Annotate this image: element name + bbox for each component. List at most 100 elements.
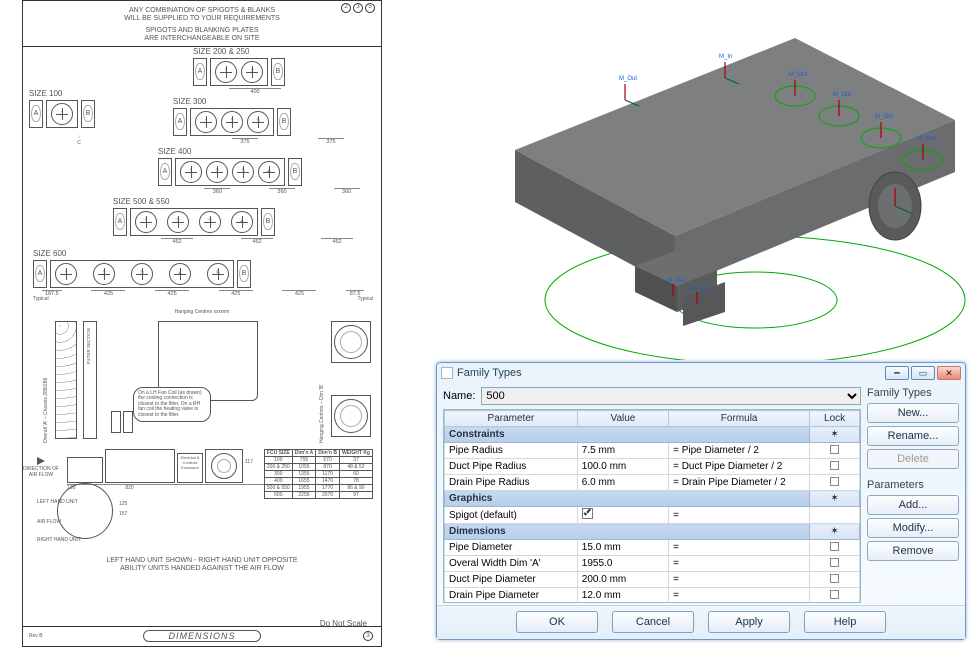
- parameter-grid[interactable]: Parameter Value Formula Lock Constraints…: [443, 409, 861, 603]
- cell: 300: [264, 470, 292, 477]
- param-row[interactable]: Spigot (default) =: [445, 507, 860, 524]
- help-button[interactable]: Help: [804, 611, 886, 633]
- param-row[interactable]: Pipe Radius 7.5 mm = Pipe Diameter / 2: [445, 443, 860, 459]
- window-maximize-button[interactable]: ▭: [911, 366, 935, 380]
- model-3d-viewport[interactable]: M_Out M_In M_Out M_Out M_Out M_Out M_Out…: [425, 0, 980, 360]
- name-label: Name:: [443, 390, 475, 402]
- param-row[interactable]: Duct Pipe Radius 100.0 mm = Duct Pipe Di…: [445, 459, 860, 475]
- dim-117: 117: [245, 459, 253, 465]
- pageball-2: 2: [341, 3, 351, 13]
- col-value[interactable]: Value: [577, 411, 668, 427]
- param-row[interactable]: Drain Pipe Radius 6.0 mm = Drain Pipe Di…: [445, 475, 860, 491]
- endcap-a: A: [33, 260, 47, 288]
- param-lock[interactable]: [810, 459, 860, 475]
- cell: 600: [264, 491, 292, 498]
- param-formula[interactable]: =: [669, 540, 810, 556]
- cell: 1955: [292, 484, 316, 491]
- param-lock[interactable]: [810, 556, 860, 572]
- endcap-b: B: [288, 158, 302, 186]
- col-formula[interactable]: Formula: [669, 411, 810, 427]
- param-value[interactable]: 200.0 mm: [577, 572, 668, 588]
- param-formula[interactable]: = Duct Pipe Diameter / 2: [669, 459, 810, 475]
- engineering-drawing-panel: ANY COMBINATION OF SPIGOTS & BLANKS WILL…: [22, 0, 382, 647]
- param-lock[interactable]: [810, 572, 860, 588]
- pageball-5: 5: [365, 3, 375, 13]
- connector-tag: M_Out: [667, 278, 685, 284]
- param-name[interactable]: Drain Pipe Diameter: [445, 588, 578, 604]
- param-value-checkbox[interactable]: [577, 507, 668, 524]
- ok-button[interactable]: OK: [516, 611, 598, 633]
- param-row[interactable]: Pipe Diameter 15.0 mm =: [445, 540, 860, 556]
- connector-tag: M_Out: [875, 114, 893, 120]
- dim: 462: [161, 238, 193, 245]
- param-name[interactable]: Duct Pipe Diameter: [445, 572, 578, 588]
- callout-bubble: On a LH Fan Coil (as drawn) the cooling …: [133, 387, 211, 423]
- param-formula[interactable]: =: [669, 588, 810, 604]
- dotted-panel: [55, 321, 77, 439]
- plan-view-section: Overall 'A' – Chassis 289/289 FILTER SEC…: [23, 317, 381, 447]
- category-row-constraints[interactable]: Constraints ✶: [445, 427, 860, 443]
- apply-button[interactable]: Apply: [708, 611, 790, 633]
- param-lock[interactable]: [810, 443, 860, 459]
- page-number-balls: 2 3 5: [341, 3, 375, 13]
- param-value[interactable]: 6.0 mm: [577, 475, 668, 491]
- col-lock[interactable]: Lock: [810, 411, 860, 427]
- footer-notes: LEFT HAND UNIT SHOWN - RIGHT HAND UNIT O…: [23, 557, 381, 574]
- category-collapse-button[interactable]: ✶: [810, 524, 860, 540]
- dialog-title-text: Family Types: [457, 367, 522, 379]
- param-name[interactable]: Overal Width Dim 'A': [445, 556, 578, 572]
- param-formula[interactable]: =: [669, 556, 810, 572]
- col-parameter[interactable]: Parameter: [445, 411, 578, 427]
- delete-type-button[interactable]: Delete: [867, 449, 959, 469]
- param-value[interactable]: 12.0 mm: [577, 588, 668, 604]
- window-minimize-button[interactable]: ━: [885, 366, 909, 380]
- electrics-box-label: Electrics & Controls Enclosure: [177, 453, 203, 483]
- add-parameter-button[interactable]: Add...: [867, 495, 959, 515]
- param-value[interactable]: 1955.0: [577, 556, 668, 572]
- param-lock[interactable]: [810, 588, 860, 604]
- param-lock[interactable]: [810, 475, 860, 491]
- param-name[interactable]: Spigot (default): [445, 507, 578, 524]
- window-close-button[interactable]: ✕: [937, 366, 961, 380]
- category-row-graphics[interactable]: Graphics ✶: [445, 491, 860, 507]
- new-type-button[interactable]: New...: [867, 403, 959, 423]
- header-text-1: ANY COMBINATION OF SPIGOTS & BLANKS: [33, 7, 371, 15]
- family-types-dialog: Family Types ━ ▭ ✕ Name: 500 Parameter V…: [436, 362, 966, 640]
- cell: 870: [316, 463, 340, 470]
- category-collapse-button[interactable]: ✶: [810, 427, 860, 443]
- param-value[interactable]: 15.0 mm: [577, 540, 668, 556]
- port: 3: [247, 111, 269, 133]
- port: 1: [215, 61, 237, 83]
- port: 2: [167, 211, 189, 233]
- type-name-select[interactable]: 500: [481, 387, 861, 405]
- modify-parameter-button[interactable]: Modify...: [867, 518, 959, 538]
- param-name[interactable]: Duct Pipe Radius: [445, 459, 578, 475]
- category-label: Dimensions: [445, 524, 810, 540]
- param-row[interactable]: Overal Width Dim 'A' 1955.0 =: [445, 556, 860, 572]
- param-row[interactable]: Drain Pipe Diameter 12.0 mm =: [445, 588, 860, 604]
- category-label: Constraints: [445, 427, 810, 443]
- airflow-direction-arrow: DIRECTION OF AIR FLOW: [21, 457, 61, 478]
- remove-parameter-button[interactable]: Remove: [867, 541, 959, 561]
- cancel-button[interactable]: Cancel: [612, 611, 694, 633]
- param-name[interactable]: Pipe Diameter: [445, 540, 578, 556]
- category-collapse-button[interactable]: ✶: [810, 491, 860, 507]
- param-name[interactable]: Drain Pipe Radius: [445, 475, 578, 491]
- param-value[interactable]: 7.5 mm: [577, 443, 668, 459]
- category-row-dimensions[interactable]: Dimensions ✶: [445, 524, 860, 540]
- port: 3: [199, 211, 221, 233]
- param-lock[interactable]: [810, 540, 860, 556]
- param-value[interactable]: 100.0 mm: [577, 459, 668, 475]
- param-formula[interactable]: = Pipe Diameter / 2: [669, 443, 810, 459]
- param-row[interactable]: Duct Pipe Diameter 200.0 mm =: [445, 572, 860, 588]
- cell: 1770: [316, 484, 340, 491]
- rename-type-button[interactable]: Rename...: [867, 426, 959, 446]
- checkbox-icon[interactable]: [582, 508, 593, 519]
- param-formula[interactable]: = Drain Pipe Diameter / 2: [669, 475, 810, 491]
- spec-th-b: Dim'n B: [316, 449, 340, 456]
- dialog-titlebar[interactable]: Family Types ━ ▭ ✕: [437, 363, 965, 383]
- param-formula[interactable]: =: [669, 572, 810, 588]
- cell: 755: [292, 456, 316, 463]
- param-name[interactable]: Pipe Radius: [445, 443, 578, 459]
- param-formula[interactable]: =: [669, 507, 810, 524]
